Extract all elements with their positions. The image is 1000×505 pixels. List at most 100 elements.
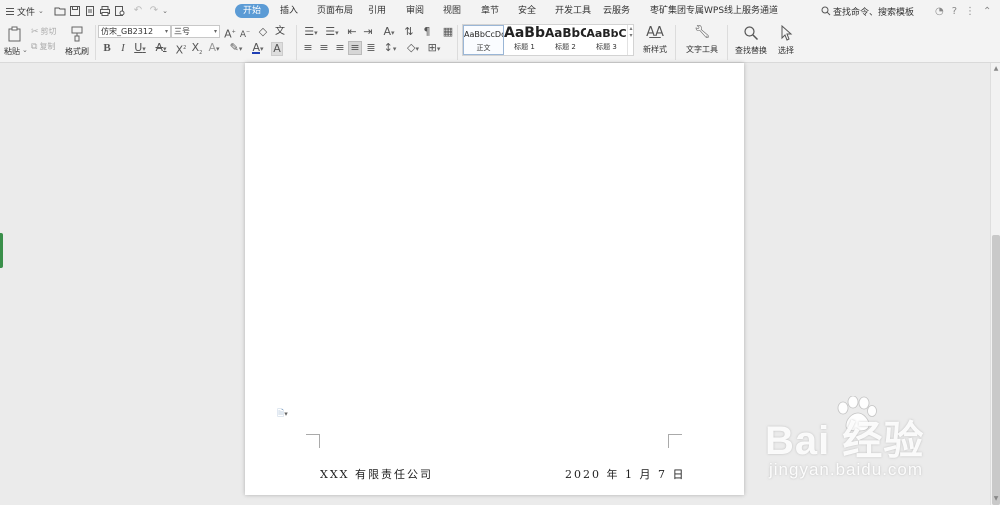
tab-review[interactable]: 审阅 [406,4,424,18]
text-effect-icon[interactable]: A▾ [207,42,221,55]
style-heading-1[interactable]: AaBb 标题 1 [504,25,545,55]
italic-icon[interactable]: I [118,42,128,54]
select-button[interactable]: 选择 [773,24,799,59]
quick-access-chevron-icon[interactable]: ⌄ [161,4,169,17]
copy-button[interactable]: ⧉ 复制 [31,41,55,52]
font-size-select[interactable]: 三号 ▾ [171,25,220,38]
superscript-icon[interactable]: X2 [175,42,187,57]
distributed-icon[interactable]: ≣ [365,42,377,54]
chevron-up-icon: ▴ [629,25,633,32]
styles-gallery: AaBbCcDd 正文 AaBb 标题 1 AaBbC 标题 2 AaBbC 标… [462,24,634,56]
scroll-down-icon[interactable]: ▼ [992,495,1000,503]
scrollbar-thumb[interactable] [992,235,1000,505]
tab-references[interactable]: 引用 [368,4,386,18]
bullet-list-icon[interactable]: ☰▾ [302,26,320,39]
collapse-ribbon-icon[interactable]: ⌃ [983,6,991,17]
clear-format-icon[interactable]: ◇ [256,26,270,38]
more-icon[interactable]: ⋮ [965,6,975,17]
style-heading-3[interactable]: AaBbC 标题 3 [586,25,627,55]
menu-bar: 文件 ⌄ ↶ ↷ ⌄ 开始 插入 页面布局 引用 审阅 视图 章节 安全 开发工… [0,0,1000,22]
crop-mark-left [306,434,320,448]
copy-label: 复制 [39,42,56,51]
chevron-down-icon: ⌄ [38,7,44,15]
shrink-font-icon[interactable]: A− [239,26,251,41]
line-spacing-icon[interactable]: ↕▾ [381,42,399,55]
skin-icon[interactable]: ◔ [935,6,944,17]
style-heading-2-sample: AaBbC [545,26,586,40]
decrease-indent-icon[interactable]: ⇤ [346,26,358,38]
tab-chapter[interactable]: 章节 [481,4,499,18]
underline-icon[interactable]: U▾ [133,42,147,55]
document-page[interactable]: 🗎︎▾ XXX 有限责任公司 2020 年 1 月 7 日 [245,63,744,495]
style-heading-2[interactable]: AaBbC 标题 2 [545,25,586,55]
redo-icon[interactable]: ↷ [147,4,161,17]
new-style-label: 新样式 [643,45,667,54]
numbered-list-icon[interactable]: ☰▾ [323,26,341,39]
paste-button[interactable]: 粘贴 ⌄ [4,25,28,59]
tab-page-layout[interactable]: 页面布局 [317,4,353,18]
font-name-value: 仿宋_GB2312 [101,27,154,36]
highlight-icon[interactable]: ✎▾ [228,42,244,55]
undo-icon[interactable]: ↶ [131,4,145,17]
style-normal-name: 正文 [476,44,491,52]
tab-wps-channel[interactable]: 枣矿集团专属WPS线上服务通道 [650,4,778,18]
style-heading-1-name: 标题 1 [514,43,535,51]
char-shading-icon[interactable]: A [271,42,283,56]
tab-view[interactable]: 视图 [443,4,461,18]
grow-font-icon[interactable]: A+ [224,26,236,41]
style-normal[interactable]: AaBbCcDd 正文 [463,25,504,55]
print-preview-icon[interactable] [113,4,127,17]
chevron-down-icon: ▾ [629,32,633,39]
new-style-icon: A͟A [646,25,664,40]
tab-cloud-services[interactable]: 云服务 [603,4,630,18]
tab-insert[interactable]: 插入 [280,4,298,18]
help-icon[interactable]: ? [952,6,957,17]
paragraph-format-icon[interactable]: 🗎︎▾ [277,406,288,422]
font-name-select[interactable]: 仿宋_GB2312 ▾ [98,25,171,38]
align-left-icon[interactable]: ≡ [302,42,314,54]
open-folder-icon[interactable] [53,4,67,17]
select-label: 选择 [778,46,794,55]
align-center-icon[interactable]: ≡ [318,42,330,54]
file-menu[interactable]: 文件 ⌄ [6,4,44,18]
justify-icon[interactable]: ≡ [348,41,362,55]
new-style-button[interactable]: A͟A 新样式 [640,25,670,59]
styles-scroll[interactable]: ▴ ▾ [627,25,634,55]
format-painter-label: 格式刷 [65,47,89,56]
vertical-scrollbar[interactable]: ▲ ▼ [990,63,1000,505]
show-marks-icon[interactable]: ¶ [421,26,433,38]
cut-button[interactable]: ✂ 剪切 [31,26,57,37]
shading-icon[interactable]: ◇▾ [404,42,422,55]
find-replace-button[interactable]: 查找替换 [731,25,771,59]
format-painter-button[interactable]: 格式刷 [64,25,90,59]
export-pdf-icon[interactable] [83,4,97,17]
chevron-down-icon: ▾ [164,28,168,35]
save-icon[interactable] [68,4,82,17]
strikethrough-icon[interactable]: A▾ [153,42,169,55]
navigation-pane-handle[interactable] [0,233,3,268]
divider [296,25,297,60]
tab-security[interactable]: 安全 [518,4,536,18]
text-tools-label: 文字工具 [686,45,718,54]
bold-icon[interactable]: B [102,42,112,54]
phonetic-icon[interactable]: 文 [274,26,286,38]
scroll-up-icon[interactable]: ▲ [992,65,1000,73]
print-icon[interactable] [98,4,112,17]
paste-chevron-icon: ⌄ [22,46,28,54]
subscript-icon[interactable]: X2 [191,41,203,59]
increase-indent-icon[interactable]: ⇥ [362,26,374,38]
date-text: 2020 年 1 月 7 日 [565,468,686,481]
text-tools-button[interactable]: 🔧︎ 文字工具 [682,25,722,59]
tab-home[interactable]: 开始 [235,4,270,18]
scissors-icon: ✂ [31,26,39,37]
sort-icon[interactable]: ⇅ [403,26,415,38]
search-icon [821,6,831,16]
command-search[interactable]: 查找命令、搜索模板 [821,4,914,18]
borders-icon[interactable]: ⊞▾ [425,42,443,55]
crop-mark-right [668,434,682,448]
chinese-layout-icon[interactable]: A▾ [380,26,398,39]
align-right-icon[interactable]: ≡ [334,42,346,54]
tab-developer[interactable]: 开发工具 [555,4,591,18]
font-color-icon[interactable]: A▾ [250,42,266,55]
table-borders-icon[interactable]: ▦ [442,26,454,38]
